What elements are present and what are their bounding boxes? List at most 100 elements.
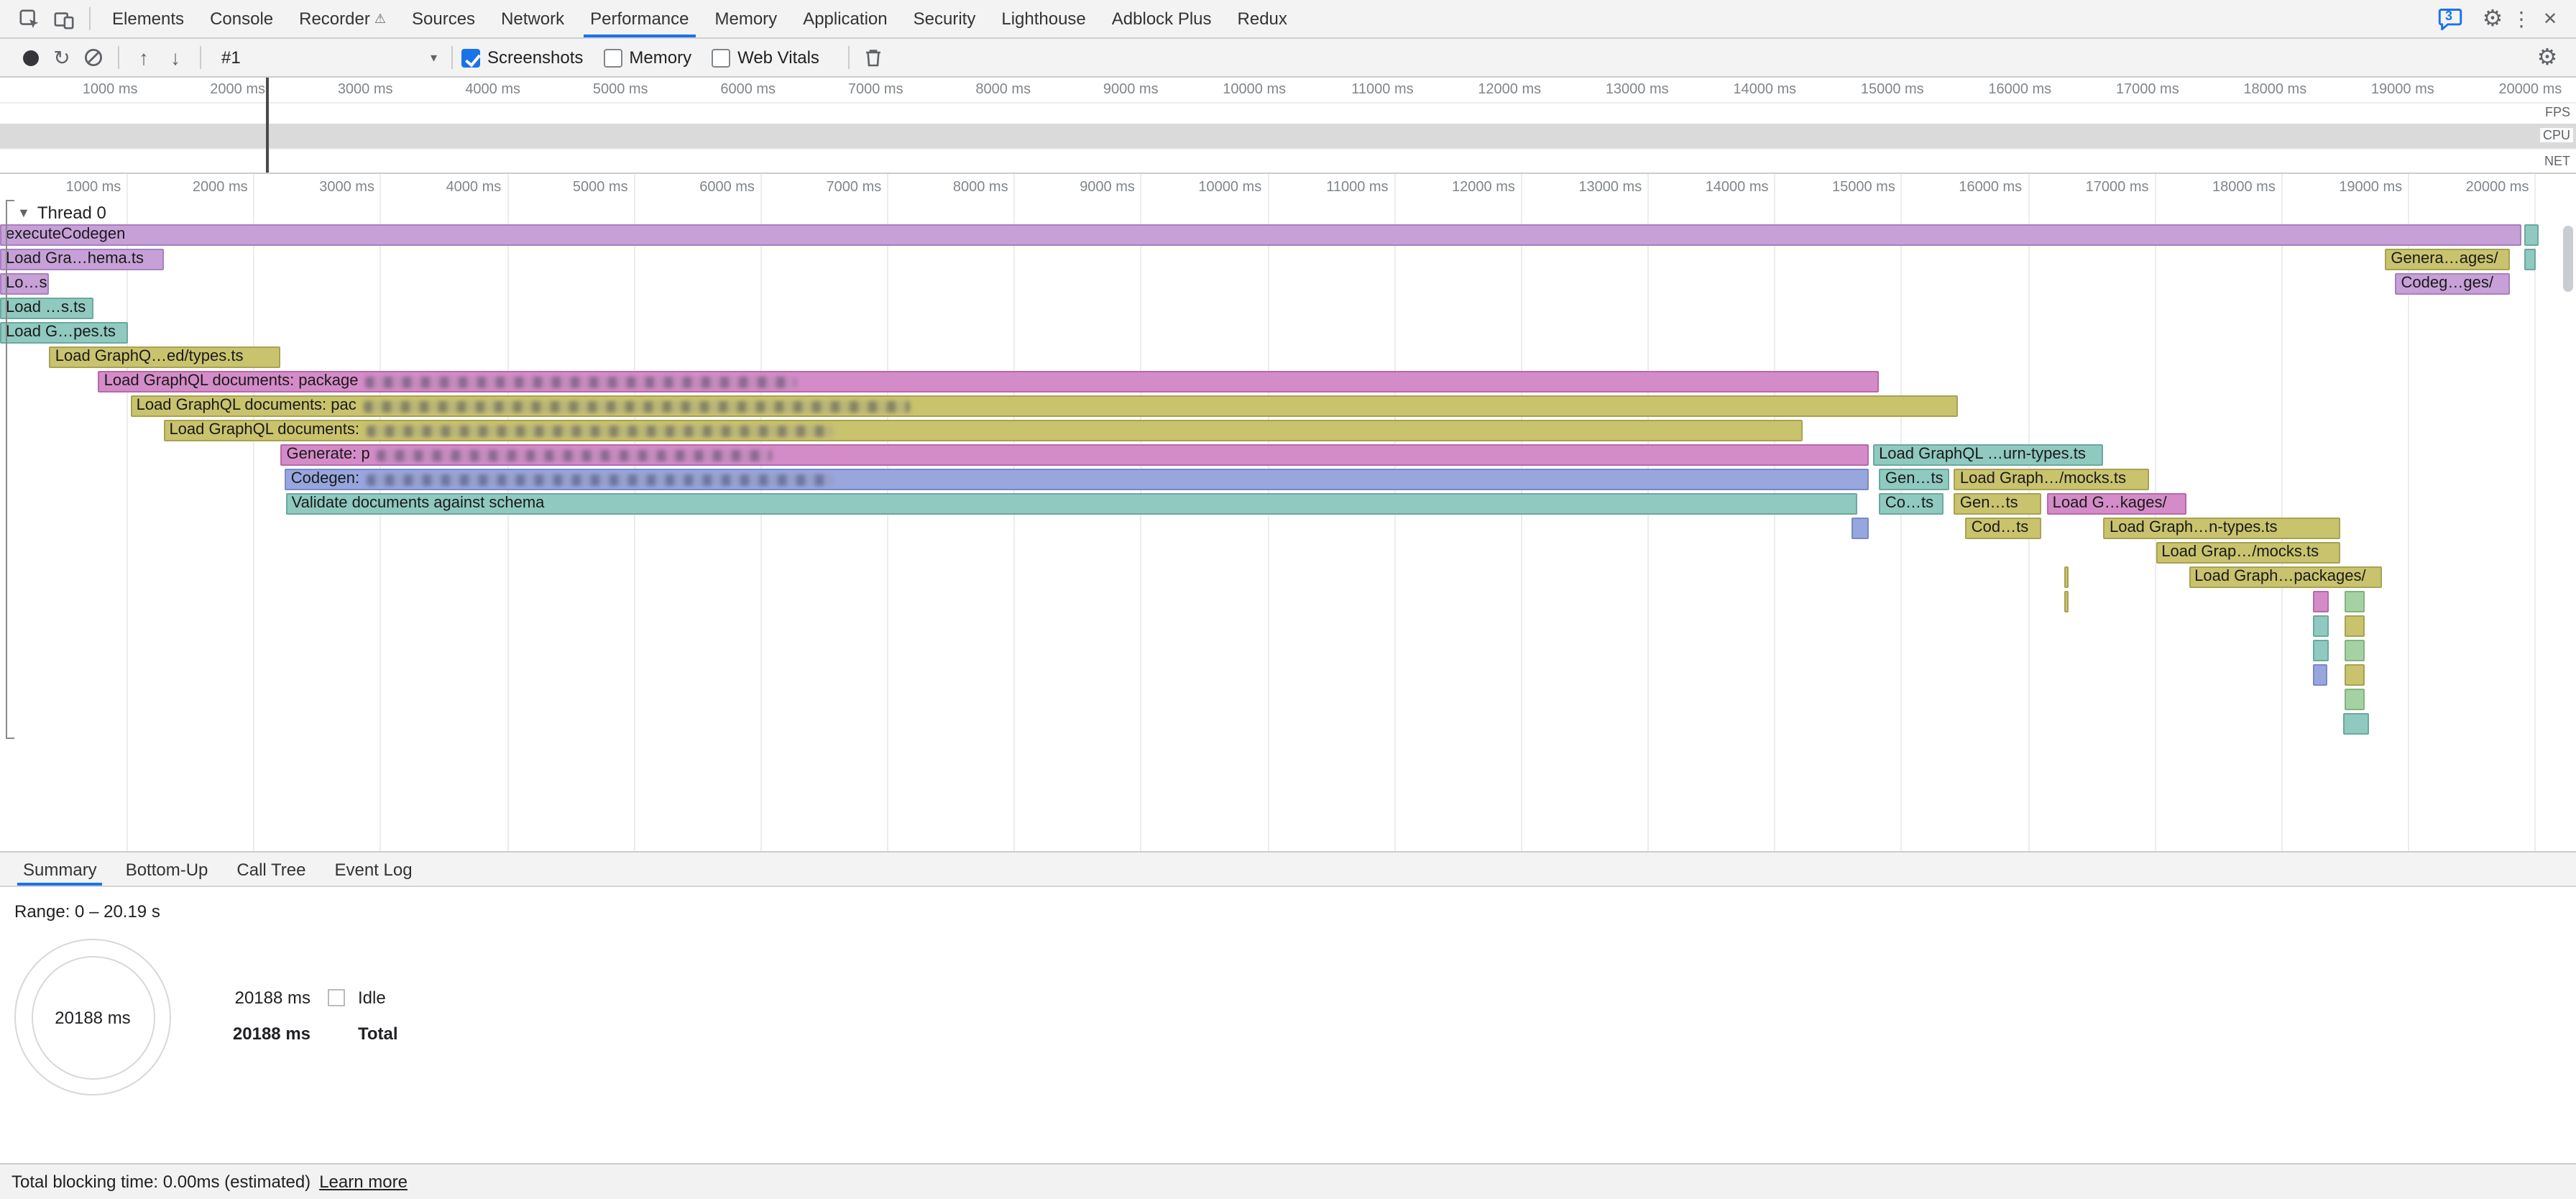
flame-bar[interactable]: Load G…pes.ts — [0, 322, 127, 344]
flame-bar[interactable]: Load Graph…n-types.ts — [2104, 518, 2341, 539]
flame-bar[interactable]: Load Grap…/mocks.ts — [2156, 542, 2340, 564]
flame-bar[interactable] — [2313, 591, 2329, 612]
delete-recording-button[interactable] — [858, 42, 890, 73]
overview-cursor[interactable] — [266, 78, 269, 173]
flame-bar[interactable]: Load G…kages/ — [2047, 493, 2186, 515]
flame-bar[interactable] — [2345, 615, 2365, 637]
bottom-tab-summary[interactable]: Summary — [9, 853, 111, 886]
flame-bar[interactable] — [2313, 640, 2329, 661]
flame-bar[interactable] — [1852, 518, 1868, 539]
ruler-label: 10000 ms — [1223, 82, 1286, 98]
tab-label: Redux — [1238, 9, 1287, 29]
chevron-down-icon: ▾ — [431, 50, 437, 65]
flame-bar[interactable]: Validate documents against schema — [286, 493, 1857, 515]
flame-bar[interactable]: Lo…s — [0, 273, 50, 295]
ruler-label: 1000 ms — [83, 82, 138, 98]
flame-bar[interactable]: Gen…ts — [1954, 493, 2042, 515]
flame-bar[interactable]: Load Graph…packages/ — [2189, 566, 2381, 588]
flame-bar[interactable] — [2524, 249, 2536, 270]
bottom-tab-event-log[interactable]: Event Log — [320, 853, 426, 886]
flame-bar[interactable] — [2343, 713, 2368, 735]
history-select[interactable]: #1 ▾ — [221, 47, 437, 68]
reload-and-record-button[interactable]: ↻ — [46, 42, 78, 73]
lane-label-cpu: CPU — [2540, 128, 2573, 142]
flame-bar[interactable]: Gen…ts — [1880, 469, 1949, 490]
flame-bar[interactable] — [2064, 591, 2068, 612]
flame-bar[interactable] — [2345, 689, 2365, 710]
ruler-label: 2000 ms — [210, 82, 265, 98]
vertical-scrollbar[interactable] — [2563, 226, 2573, 292]
flame-bar[interactable]: Load GraphQL …urn-types.ts — [1873, 444, 2104, 466]
inspect-icon[interactable] — [12, 3, 46, 35]
ruler-label: 13000 ms — [1578, 180, 1642, 196]
tab-recorder[interactable]: Recorder⚠ — [286, 0, 399, 37]
flame-bar[interactable]: Genera…ages/ — [2385, 249, 2509, 270]
thread-header[interactable]: ▼ Thread 0 — [17, 200, 106, 224]
tab-sources[interactable]: Sources — [399, 0, 488, 37]
timeline-overview[interactable]: 1000 ms2000 ms3000 ms4000 ms5000 ms6000 … — [0, 78, 2576, 174]
tab-memory[interactable]: Memory — [702, 0, 791, 37]
tab-redux[interactable]: Redux — [1225, 0, 1300, 37]
thread-bracket — [6, 200, 7, 739]
flame-bar[interactable]: Load Gra…hema.ts — [0, 249, 163, 270]
flame-bar[interactable] — [2345, 640, 2365, 661]
close-devtools-icon[interactable]: ✕ — [2536, 4, 2564, 33]
clear-button[interactable] — [78, 42, 109, 73]
flame-bar[interactable] — [2064, 566, 2068, 588]
tab-elements[interactable]: Elements — [99, 0, 197, 37]
flame-bar[interactable]: Codegen: — [285, 469, 1868, 490]
ruler-label: 3000 ms — [319, 180, 374, 196]
save-profile-button[interactable]: ↓ — [160, 42, 191, 73]
flame-bar[interactable]: Codeg…ges/ — [2396, 273, 2510, 295]
redacted-text — [367, 474, 834, 485]
tab-application[interactable]: Application — [790, 0, 900, 37]
checkbox-memory[interactable]: Memory — [603, 47, 691, 68]
flame-bar-label: Load G…kages/ — [2048, 493, 2171, 515]
tab-performance[interactable]: Performance — [577, 0, 702, 37]
summary-pane: Range: 0 – 20.19 s 20188 ms 20188 msIdle… — [0, 887, 2576, 1163]
flame-bar-label: Load Graph…/mocks.ts — [1956, 469, 2130, 490]
flame-bar[interactable]: Generate: p — [281, 444, 1868, 466]
flame-bar-label: Codeg…ges/ — [2397, 273, 2498, 295]
learn-more-link[interactable]: Learn more — [319, 1172, 408, 1192]
flame-bar[interactable] — [2313, 664, 2327, 686]
flame-bar[interactable]: Cod…ts — [1966, 518, 2042, 539]
bottom-tab-bottom-up[interactable]: Bottom-Up — [111, 853, 223, 886]
flame-bar-label: Codegen: — [287, 469, 364, 490]
load-profile-button[interactable]: ↑ — [128, 42, 160, 73]
flame-bar-label: Load GraphQL …urn-types.ts — [1874, 444, 2090, 466]
legend-value: 20188 ms — [184, 1024, 310, 1044]
flame-bar[interactable] — [2313, 615, 2329, 637]
ruler-label: 13000 ms — [1606, 82, 1669, 98]
flame-bar[interactable]: Load GraphQL documents: — [163, 420, 1802, 441]
ruler-label: 17000 ms — [2116, 82, 2179, 98]
checkbox-screenshots[interactable]: Screenshots — [461, 47, 583, 68]
performance-toolbar: ↻ ↑ ↓ #1 ▾ Screenshots Memory Web Vitals ⚙ — [0, 39, 2576, 78]
flame-bar[interactable]: Load Graph…/mocks.ts — [1954, 469, 2150, 490]
tab-security[interactable]: Security — [901, 0, 989, 37]
flame-bar[interactable]: executeCodegen — [0, 224, 2521, 246]
checkbox-web-vitals[interactable]: Web Vitals — [712, 47, 819, 68]
device-toolbar-icon[interactable] — [46, 3, 80, 35]
more-options-icon[interactable]: ⋮ — [2507, 4, 2536, 33]
flame-bar[interactable]: Load GraphQ…ed/types.ts — [50, 346, 281, 368]
record-button[interactable] — [14, 42, 46, 73]
tab-network[interactable]: Network — [488, 0, 577, 37]
issues-badge[interactable]: 3 — [2438, 7, 2464, 30]
flame-bar[interactable]: Co…ts — [1880, 493, 1944, 515]
flame-bar[interactable]: Load GraphQL documents: package — [98, 371, 1880, 392]
flame-bar[interactable] — [2524, 224, 2538, 246]
tab-lighthouse[interactable]: Lighthouse — [988, 0, 1098, 37]
tab-adblock-plus[interactable]: Adblock Plus — [1099, 0, 1225, 37]
settings-gear-icon[interactable]: ⚙ — [2478, 4, 2507, 33]
flame-bar-label: Load Graph…packages/ — [2190, 566, 2370, 588]
flame-bar[interactable] — [2345, 664, 2365, 686]
flame-bar[interactable] — [2345, 591, 2365, 612]
flame-chart[interactable]: 1000 ms2000 ms3000 ms4000 ms5000 ms6000 … — [0, 174, 2576, 851]
flame-bar[interactable]: Load …s.ts — [0, 298, 93, 319]
capture-settings-icon[interactable]: ⚙ — [2533, 43, 2562, 72]
redacted-text — [366, 376, 797, 387]
flame-bar[interactable]: Load GraphQL documents: pac — [131, 395, 1959, 417]
tab-console[interactable]: Console — [197, 0, 286, 37]
bottom-tab-call-tree[interactable]: Call Tree — [222, 853, 320, 886]
